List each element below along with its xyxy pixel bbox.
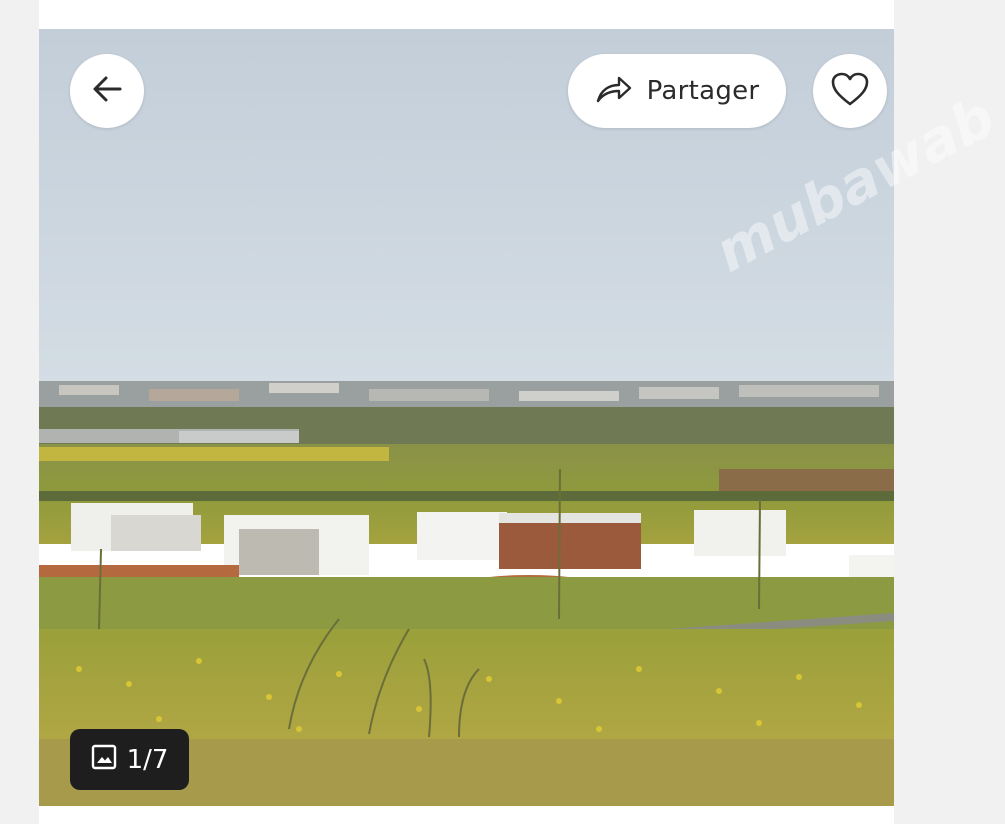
share-button[interactable]: Partager: [568, 54, 786, 128]
heart-outline-icon: [830, 71, 870, 112]
photo-counter[interactable]: 1/7: [70, 729, 189, 790]
landscape-image: [39, 29, 894, 806]
image-icon: [91, 744, 117, 775]
photo-counter-text: 1/7: [126, 744, 169, 775]
arrow-left-icon: [90, 72, 124, 111]
back-button[interactable]: [70, 54, 144, 128]
favorite-button[interactable]: [813, 54, 887, 128]
listing-photo[interactable]: [39, 29, 894, 806]
share-forward-icon: [595, 74, 633, 109]
share-label: Partager: [646, 76, 760, 106]
